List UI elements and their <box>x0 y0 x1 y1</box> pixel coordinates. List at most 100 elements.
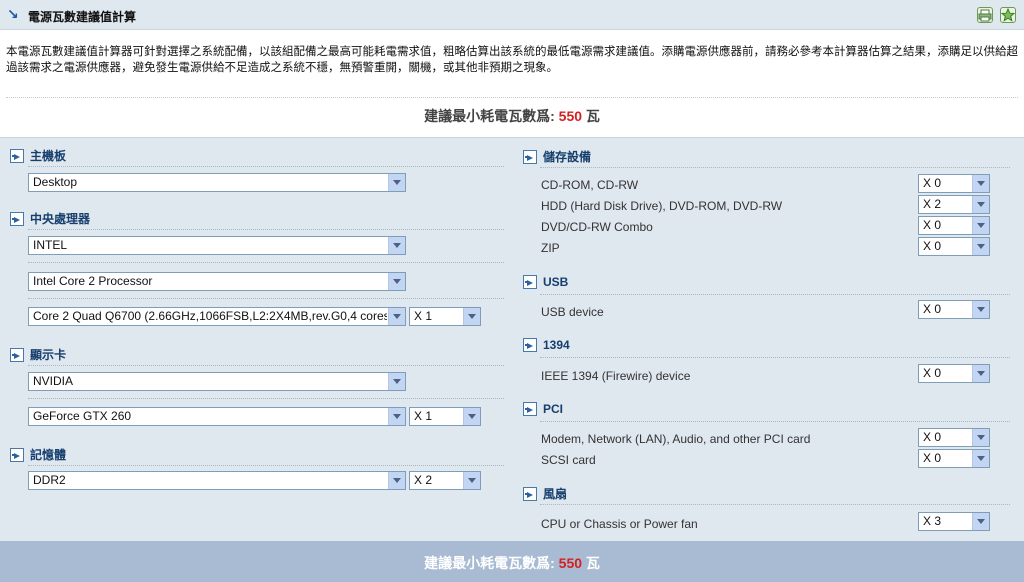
header-bar: ↘ 電源瓦數建議值計算 <box>0 0 1024 30</box>
section-usb: USB <box>523 275 568 289</box>
chevron-down-icon[interactable] <box>463 408 480 425</box>
chevron-down-icon[interactable] <box>388 472 405 489</box>
chevron-down-icon[interactable] <box>972 196 989 213</box>
divider <box>540 294 1010 295</box>
section-storage: 儲存設備 <box>523 148 591 165</box>
divider <box>540 504 1010 505</box>
divider <box>28 465 504 466</box>
section-arrow-icon <box>523 275 537 289</box>
arrow-down-right-icon: ↘ <box>7 6 19 22</box>
storage-item-label: CD-ROM, CD-RW <box>541 178 639 192</box>
section-memory: 記憶體 <box>10 446 66 463</box>
section-arrow-icon <box>523 338 537 352</box>
chevron-down-icon[interactable] <box>463 472 480 489</box>
fan-qty-select[interactable]: X 3 <box>918 512 990 531</box>
section-title: 中央處理器 <box>30 212 91 226</box>
chevron-down-icon[interactable] <box>388 237 405 254</box>
divider <box>540 167 1010 168</box>
storage-qty-select[interactable]: X 0 <box>918 216 990 235</box>
cpu-model-select[interactable]: Core 2 Quad Q6700 (2.66GHz,1066FSB,L2:2X… <box>28 307 406 326</box>
chevron-down-icon[interactable] <box>972 217 989 234</box>
section-arrow-icon <box>523 150 537 164</box>
chevron-down-icon[interactable] <box>388 308 405 325</box>
section-motherboard: 主機板 <box>10 147 66 164</box>
chevron-down-icon[interactable] <box>388 408 405 425</box>
section-title: 1394 <box>543 338 570 352</box>
section-arrow-icon <box>10 149 24 163</box>
divider <box>28 229 504 230</box>
footer-bar: 建議最小耗電瓦數爲: 550 瓦 <box>0 541 1024 582</box>
storage-qty-select[interactable]: X 0 <box>918 237 990 256</box>
divider <box>28 166 504 167</box>
summary-value: 550 <box>558 555 583 571</box>
section-arrow-icon <box>10 448 24 462</box>
section-cpu: 中央處理器 <box>10 210 90 227</box>
section-arrow-icon <box>10 212 24 226</box>
cpu-qty-select[interactable]: X 1 <box>409 307 481 326</box>
chevron-down-icon[interactable] <box>463 308 480 325</box>
summary-top: 建議最小耗電瓦數爲: 550 瓦 <box>0 106 1024 126</box>
chevron-down-icon[interactable] <box>972 365 989 382</box>
intro-text: 本電源瓦數建議值計算器可針對選擇之系統配備，以該組配備之最高可能耗電需求值，粗略… <box>6 46 1018 74</box>
memory-qty-select[interactable]: X 2 <box>409 471 481 490</box>
chevron-down-icon[interactable] <box>972 301 989 318</box>
gpu-model-select[interactable]: GeForce GTX 260 <box>28 407 406 426</box>
section-fan: 風扇 <box>523 485 567 502</box>
pci-qty-select[interactable]: X 0 <box>918 449 990 468</box>
section-title: PCI <box>543 402 564 416</box>
chevron-down-icon[interactable] <box>972 175 989 192</box>
memory-type-select[interactable]: DDR2 <box>28 471 406 490</box>
summary-unit: 瓦 <box>585 555 600 571</box>
pci-item-label: Modem, Network (LAN), Audio, and other P… <box>541 432 811 446</box>
summary-unit: 瓦 <box>585 108 600 124</box>
section-arrow-icon <box>523 402 537 416</box>
storage-qty-select[interactable]: X 2 <box>918 195 990 214</box>
storage-item-label: ZIP <box>541 241 560 255</box>
print-icon[interactable] <box>977 7 993 23</box>
section-title: 主機板 <box>30 149 67 163</box>
cpu-brand-select[interactable]: INTEL <box>28 236 406 255</box>
chevron-down-icon[interactable] <box>972 450 989 467</box>
chevron-down-icon[interactable] <box>972 513 989 530</box>
divider <box>28 365 504 366</box>
ieee1394-item-label: IEEE 1394 (Firewire) device <box>541 369 691 383</box>
section-arrow-icon <box>523 487 537 501</box>
summary-label: 建議最小耗電瓦數爲: <box>424 555 555 571</box>
fan-item-label: CPU or Chassis or Power fan <box>541 517 698 531</box>
section-pci: PCI <box>523 402 563 416</box>
storage-item-label: HDD (Hard Disk Drive), DVD-ROM, DVD-RW <box>541 199 783 213</box>
usb-qty-select[interactable]: X 0 <box>918 300 990 319</box>
section-title: 顯示卡 <box>30 348 67 362</box>
section-gpu: 顯示卡 <box>10 346 66 363</box>
gpu-brand-select[interactable]: NVIDIA <box>28 372 406 391</box>
summary-value: 550 <box>558 108 583 124</box>
divider <box>28 298 504 299</box>
divider <box>540 357 1010 358</box>
cpu-family-select[interactable]: Intel Core 2 Processor <box>28 272 406 291</box>
page-title: 電源瓦數建議值計算 <box>28 10 137 24</box>
section-title: 風扇 <box>543 487 568 501</box>
gpu-qty-select[interactable]: X 1 <box>409 407 481 426</box>
section-1394: 1394 <box>523 338 570 352</box>
section-title: USB <box>543 275 569 289</box>
section-title: 記憶體 <box>30 448 67 462</box>
storage-qty-select[interactable]: X 0 <box>918 174 990 193</box>
chevron-down-icon[interactable] <box>388 373 405 390</box>
storage-item-label: DVD/CD-RW Combo <box>541 220 653 234</box>
chevron-down-icon[interactable] <box>972 429 989 446</box>
chevron-down-icon[interactable] <box>388 273 405 290</box>
motherboard-select[interactable]: Desktop <box>28 173 406 192</box>
summary-bottom: 建議最小耗電瓦數爲: 550 瓦 <box>0 553 1024 573</box>
divider <box>6 97 1018 98</box>
ieee1394-qty-select[interactable]: X 0 <box>918 364 990 383</box>
pci-qty-select[interactable]: X 0 <box>918 428 990 447</box>
section-arrow-icon <box>10 348 24 362</box>
favorite-icon[interactable] <box>1000 7 1016 23</box>
summary-label: 建議最小耗電瓦數爲: <box>424 108 555 124</box>
chevron-down-icon[interactable] <box>388 174 405 191</box>
divider <box>28 398 504 399</box>
divider <box>28 262 504 263</box>
chevron-down-icon[interactable] <box>972 238 989 255</box>
config-panel: 主機板 Desktop 中央處理器 INTEL Intel Core 2 Pro… <box>0 137 1024 541</box>
usb-item-label: USB device <box>541 305 604 319</box>
